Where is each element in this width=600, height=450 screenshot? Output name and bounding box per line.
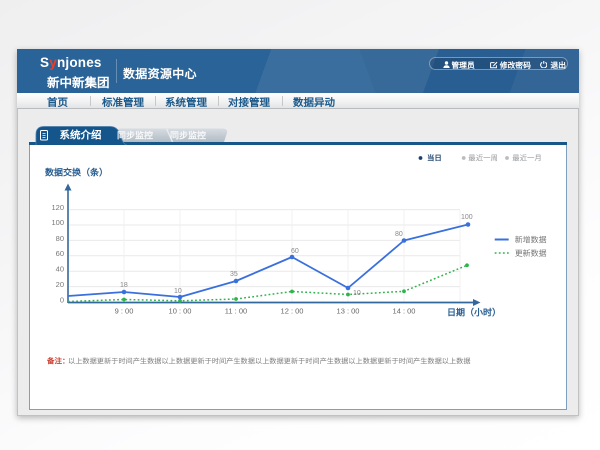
svg-text:18: 18 [120,282,128,289]
svg-text:更​​新​​数​​据: 更​​新​​数​​据 [515,249,547,258]
svg-text:10: 10 [353,290,361,297]
svg-text:100: 100 [461,214,473,221]
svg-text:12 : 00: 12 : 00 [281,307,304,316]
svg-text:20: 20 [56,280,64,289]
svg-text:60: 60 [291,248,299,255]
svg-text:13 : 00: 13 : 00 [337,307,360,316]
svg-text:新​​增​​数​​据: 新​​增​​数​​据 [515,236,547,245]
svg-text:数​​据​​交​​换​​（​​条​​）: 数​​据​​交​​换​​（​​条​​） [44,168,108,178]
svg-text:备​​注​​：: 备​​注​​： [46,357,70,366]
svg-text:以​​上​​数​​据​​更​​新​​于​​时​​间​​产​​: 以​​上​​数​​据​​更​​新​​于​​时​​间​​产​​生​​数​​据​​以… [68,357,471,366]
svg-text:9 : 00: 9 : 00 [115,307,134,316]
svg-text:80: 80 [56,234,64,243]
svg-text:最​​近​​一​​周: 最​​近​​一​​周 [468,154,498,163]
svg-text:同​​步​​监​​控: 同​​步​​监​​控 [117,131,153,141]
svg-text:最​​近​​一​​月: 最​​近​​一​​月 [512,154,542,163]
svg-text:10 : 00: 10 : 00 [169,307,192,316]
svg-text:11 : 00: 11 : 00 [225,307,247,316]
svg-text:60: 60 [56,249,64,258]
svg-text:100: 100 [51,218,64,227]
svg-text:40: 40 [56,265,64,274]
svg-text:10: 10 [174,288,182,295]
svg-text:80: 80 [395,231,403,238]
svg-text:0: 0 [60,295,64,304]
svg-text:系​​统​​介​​绍: 系​​统​​介​​绍 [60,128,102,141]
svg-text:35: 35 [230,271,238,278]
svg-text:120: 120 [51,203,64,212]
svg-text:日​​期​​（​​小​​时​​）: 日​​期​​（​​小​​时​​） [447,308,501,318]
svg-text:14 : 00: 14 : 00 [393,307,416,316]
svg-text:当​​日: 当​​日 [427,154,442,163]
svg-text:同​​步​​监​​控: 同​​步​​监​​控 [170,131,206,141]
